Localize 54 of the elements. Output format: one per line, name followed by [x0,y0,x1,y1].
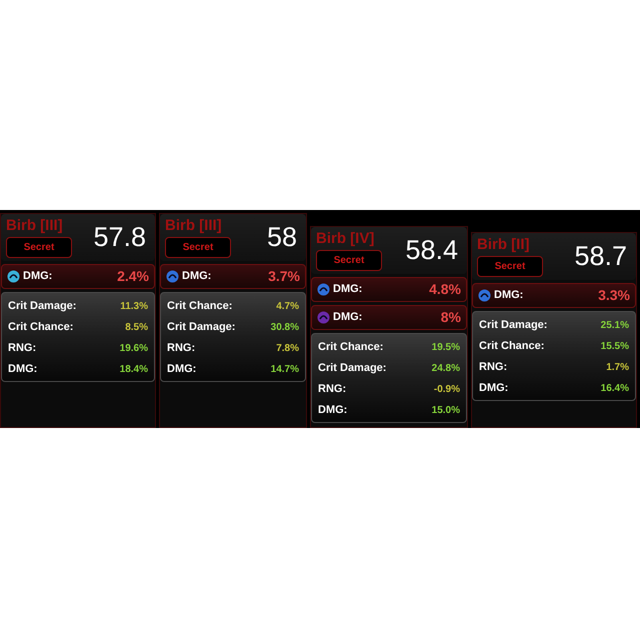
item-name: Birb [III] [165,217,223,235]
stat-label: RNG: [167,341,196,356]
item-name: Birb [III] [6,217,64,235]
stat-label: RNG: [479,360,508,376]
ability-value: 8% [440,308,461,327]
stat-label: RNG: [8,341,36,356]
stat-value: 14.7% [270,363,299,377]
stat-label: Crit Chance: [167,299,232,314]
ability-value: 2.4% [117,267,149,286]
item-score: 58.4 [405,237,459,264]
stat-label: DMG: [479,381,508,396]
stat-label: Crit Damage: [167,320,236,336]
stat-label: RNG: [318,382,346,398]
item-score: 58.7 [574,243,628,270]
item-name: Birb [II] [477,236,530,254]
stat-value: 11.3% [120,300,148,314]
stat-value: 1.7% [606,361,629,375]
stat-value: 19.5% [432,341,460,355]
stat-value: 18.4% [120,363,148,377]
ability-label: DMG: [182,269,212,284]
item-score: 57.8 [93,224,147,251]
stat-label: DMG: [318,403,348,418]
stat-label: Crit Damage: [318,361,386,376]
stat-label: DMG: [167,362,196,378]
stat-value: 24.8% [432,362,460,376]
stat-value: 19.6% [120,342,148,356]
item-name: Birb [IV] [316,230,376,248]
stat-value: 25.1% [600,319,629,333]
rarity-badge: Secret [165,237,231,258]
stat-value: 15.0% [432,404,460,418]
item-score: 58 [266,224,298,251]
stat-label: DMG: [8,362,38,378]
stat-value: 16.4% [600,382,629,396]
stat-label: Crit Damage: [8,299,76,314]
ability-label: DMG: [494,288,524,304]
stat-label: Crit Chance: [318,340,384,356]
stat-value: 8.5% [125,321,148,335]
stat-label: Crit Chance: [479,339,544,354]
rarity-badge: Secret [477,256,543,277]
ability-value: 3.3% [598,286,630,305]
stat-value: 15.5% [600,340,629,354]
ability-label: DMG: [333,282,362,298]
stat-value: -0.9% [434,383,460,397]
rarity-badge: Secret [316,250,382,271]
stat-value: 7.8% [276,342,299,356]
stat-value: 30.8% [270,321,299,335]
rarity-badge: Secret [6,237,72,258]
stat-label: Crit Chance: [8,320,74,336]
ability-label: DMG: [333,310,362,326]
ability-value: 3.7% [268,267,300,286]
stat-value: 4.7% [276,300,299,314]
ability-value: 4.8% [429,280,461,299]
ability-label: DMG: [23,269,52,284]
stat-label: Crit Damage: [479,318,548,334]
